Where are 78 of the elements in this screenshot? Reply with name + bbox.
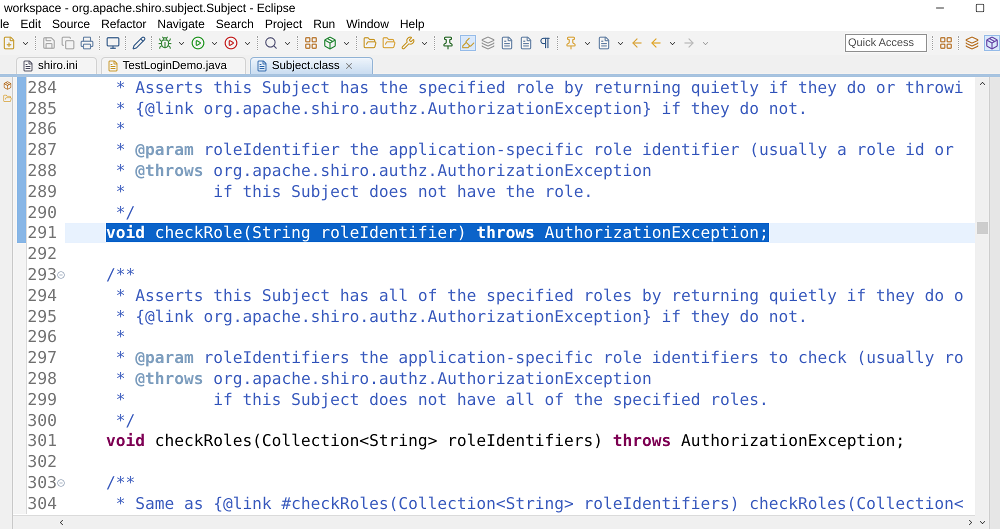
menu-item[interactable]: Window [346,16,389,30]
code-line: * {@link org.apache.shiro.authz.AuthorizationException} if they do not. [114,98,808,118]
scroll-up-icon[interactable] [978,79,986,88]
close-icon[interactable] [344,61,354,71]
run-tool-icon[interactable] [224,36,238,50]
search-icon[interactable] [264,36,278,50]
window-title: workspace - org.apache.shiro.subject.Subject - Eclipse [4,1,296,15]
package-icon[interactable] [323,36,337,50]
code-line: */ [114,202,136,222]
menu-item[interactable]: Edit [20,16,42,30]
scroll-left-icon[interactable] [57,518,66,527]
vertical-scrollbar[interactable] [975,77,989,529]
editor-tab[interactable]: TestLoginDemo.java [100,57,246,74]
code-line: * Asserts this Subject has the specified role by returning quietly if they do or throwi [114,78,964,97]
save-icon[interactable] [42,36,56,50]
folder-icon[interactable] [363,36,377,50]
back-icon[interactable] [649,36,663,50]
menu-item[interactable]: Help [400,16,425,30]
list-icon[interactable] [597,36,611,50]
code-line: /** [106,265,136,284]
menu-item[interactable]: Run [313,16,336,30]
quick-access-field[interactable]: Quick Access [845,34,927,52]
code-line: */ [114,410,136,430]
package-icon[interactable] [3,81,12,90]
code-line: * Same as {@link #checkRoles(Collection<String> roleIdentifiers) checkRoles(Collection< [114,494,964,513]
document-icon[interactable] [500,36,514,50]
code-line: * [114,119,126,138]
class-file-icon [256,60,268,72]
grid-icon[interactable] [304,36,318,50]
menu-item[interactable]: Navigate [157,16,205,30]
run-icon[interactable] [191,36,205,50]
printer-icon[interactable] [80,36,94,50]
code-line: * {@link org.apache.shiro.authz.AuthorizationException} if they do not. [114,306,808,326]
java-file-icon [106,60,119,72]
fold-icon[interactable] [57,478,65,487]
new-file-icon[interactable] [2,36,16,50]
menu-item[interactable]: Project [264,16,302,30]
scrollbar-thumb[interactable] [976,222,988,234]
scroll-down-icon[interactable] [978,518,986,527]
layers-icon[interactable] [481,36,495,50]
code-line: * @param roleIdentifiers the application-specific role identifiers to check (usually ro [114,348,964,368]
code-line: * @throws org.apache.shiro.authz.AuthorizationException [114,369,652,388]
menu-item[interactable]: le [0,16,10,30]
code-line: * if this Subject does not have the role. [114,182,594,201]
forward-icon[interactable] [682,36,696,50]
menu-item[interactable]: Search [216,16,254,30]
code-line: void checkRoles(Collection<String> roleIdentifiers) throws AuthorizationException; [106,431,906,450]
code-line: * [114,327,126,346]
code-line: void checkRole(String roleIdentifier) throws AuthorizationException; [106,223,769,242]
code-line: * @throws org.apache.shiro.authz.AuthorizationException [114,161,652,180]
pencil-icon[interactable] [132,36,146,50]
code-line: /** [106,473,136,492]
code-line: * Asserts this Subject has all of the specified roles by returning quietly if they do o [114,286,964,305]
hierarchy-icon[interactable] [965,36,979,50]
menu-item[interactable]: Refactor [101,16,146,30]
back-edit-icon[interactable] [630,36,644,50]
monitor-icon[interactable] [106,36,120,50]
highlighter-icon[interactable] [460,35,476,51]
scroll-right-icon[interactable] [966,518,975,527]
code-line: * if this Subject does not have all of the specified roles. [114,390,769,409]
wrench-icon[interactable] [401,36,415,50]
editor-tab[interactable]: shiro.ini [16,57,97,74]
pin-icon[interactable] [441,36,455,50]
open-folder-icon[interactable] [382,36,396,50]
bug-icon[interactable] [158,36,172,50]
save-all-icon[interactable] [61,36,75,50]
editor-tab[interactable]: Subject.class [250,57,373,74]
java-perspective-icon[interactable] [984,35,1000,51]
page-icon[interactable] [519,36,533,50]
fold-icon[interactable] [57,270,65,279]
code-line: * @param roleIdentifier the application-specific role identifier (usually a role id or [114,140,954,160]
horizontal-scrollbar[interactable] [13,515,975,529]
menu-item[interactable]: Source [52,16,90,30]
pilcrow-icon[interactable] [538,36,552,50]
restore-icon[interactable] [975,3,985,13]
text-file-icon [22,60,34,72]
folder-icon[interactable] [3,94,12,103]
open-perspective-icon[interactable] [939,36,953,50]
